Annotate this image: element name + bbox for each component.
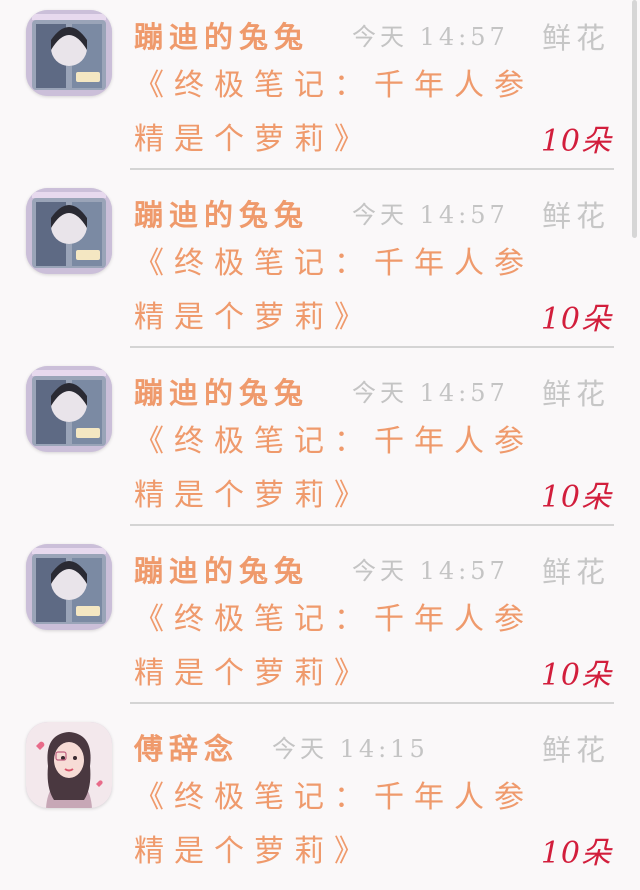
book-title-line2[interactable]: 精是个萝莉》 xyxy=(134,654,374,694)
sender-name[interactable]: 蹦迪的兔兔 xyxy=(134,552,309,590)
timestamp: 今天 14:57 xyxy=(352,201,509,229)
gift-record-item[interactable]: 蹦迪的兔兔 今天 14:57 鲜花 《终极笔记：千年人参 精是个萝莉》 10朵 xyxy=(0,356,640,534)
sender-name[interactable]: 傅辞念 xyxy=(134,730,239,768)
timestamp: 今天 14:57 xyxy=(352,557,509,585)
timestamp: 今天 14:57 xyxy=(352,379,509,407)
avatar-anime-girl-icon xyxy=(26,188,112,274)
gift-record-item[interactable]: 蹦迪的兔兔 今天 14:57 鲜花 《终极笔记：千年人参 精是个萝莉》 10朵 xyxy=(0,178,640,356)
avatar[interactable] xyxy=(26,188,112,274)
gift-type-label: 鲜花 xyxy=(541,555,610,589)
gift-type-label: 鲜花 xyxy=(541,199,610,233)
book-title-line1[interactable]: 《终极笔记：千年人参 xyxy=(134,244,534,284)
gift-record-item[interactable]: 蹦迪的兔兔 今天 14:57 鲜花 《终极笔记：千年人参 精是个萝莉》 10朵 xyxy=(0,0,640,178)
avatar[interactable] xyxy=(26,722,112,808)
sender-name[interactable]: 蹦迪的兔兔 xyxy=(134,374,309,412)
gift-amount: 10朵 xyxy=(540,302,612,337)
timestamp: 今天 14:57 xyxy=(352,23,509,51)
book-title-line2[interactable]: 精是个萝莉》 xyxy=(134,476,374,516)
sender-name[interactable]: 蹦迪的兔兔 xyxy=(134,18,309,56)
gift-type-label: 鲜花 xyxy=(541,377,610,411)
gift-type-label: 鲜花 xyxy=(541,21,610,55)
avatar-anime-girl-icon xyxy=(26,366,112,452)
gift-amount: 10朵 xyxy=(540,836,612,871)
book-title-line1[interactable]: 《终极笔记：千年人参 xyxy=(134,422,534,462)
avatar[interactable] xyxy=(26,544,112,630)
avatar[interactable] xyxy=(26,10,112,96)
divider xyxy=(130,702,614,704)
book-title-line1[interactable]: 《终极笔记：千年人参 xyxy=(134,778,534,818)
book-title-line2[interactable]: 精是个萝莉》 xyxy=(134,298,374,338)
sender-name[interactable]: 蹦迪的兔兔 xyxy=(134,196,309,234)
timestamp: 今天 14:15 xyxy=(272,735,429,763)
gift-amount: 10朵 xyxy=(540,480,612,515)
avatar-girl-heart-icon xyxy=(26,722,112,808)
book-title-line1[interactable]: 《终极笔记：千年人参 xyxy=(134,66,534,106)
gift-record-item[interactable]: 蹦迪的兔兔 今天 14:57 鲜花 《终极笔记：千年人参 精是个萝莉》 10朵 xyxy=(0,534,640,712)
gift-type-label: 鲜花 xyxy=(541,733,610,767)
divider xyxy=(130,168,614,170)
book-title-line2[interactable]: 精是个萝莉》 xyxy=(134,120,374,160)
gift-amount: 10朵 xyxy=(540,124,612,159)
book-title-line1[interactable]: 《终极笔记：千年人参 xyxy=(134,600,534,640)
gift-record-item[interactable]: 傅辞念 今天 14:15 鲜花 《终极笔记：千年人参 精是个萝莉》 10朵 xyxy=(0,712,640,890)
divider xyxy=(130,346,614,348)
gift-amount: 10朵 xyxy=(540,658,612,693)
avatar-anime-girl-icon xyxy=(26,544,112,630)
divider xyxy=(130,524,614,526)
book-title-line2[interactable]: 精是个萝莉》 xyxy=(134,832,374,872)
avatar[interactable] xyxy=(26,366,112,452)
avatar-anime-girl-icon xyxy=(26,10,112,96)
scrollbar[interactable] xyxy=(632,0,637,238)
